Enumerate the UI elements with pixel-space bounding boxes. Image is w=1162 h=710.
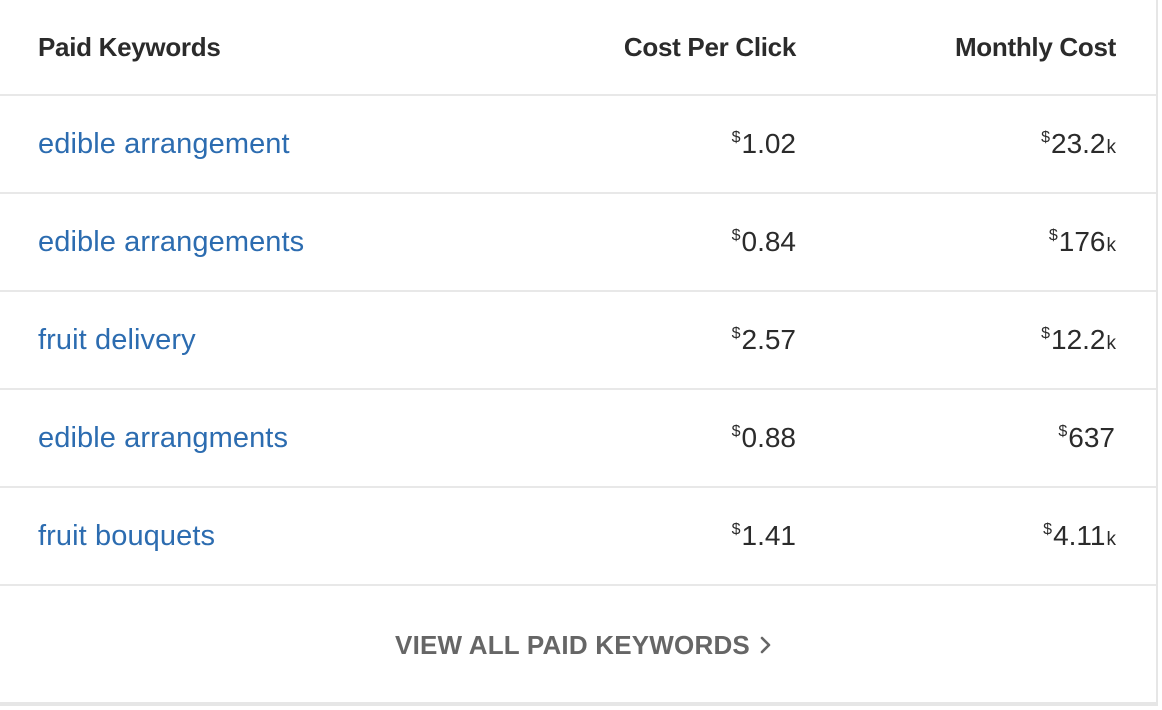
currency-symbol: $: [731, 521, 741, 538]
cost-per-click-value: $1.41: [732, 520, 796, 552]
table-header: Paid Keywords Cost Per Click Monthly Cos…: [0, 0, 1156, 96]
cost-per-click-value: $2.57: [732, 324, 796, 356]
header-cost-per-click: Cost Per Click: [623, 31, 796, 62]
cpc-amount: 0.88: [741, 422, 797, 453]
table-row: fruit bouquets $1.41 $4.11k: [0, 488, 1156, 586]
keyword-link[interactable]: edible arrangement: [38, 128, 290, 161]
monthly-cost-value: $176k: [1049, 226, 1116, 258]
cpc-amount: 1.41: [741, 520, 797, 551]
currency-symbol: $: [731, 129, 741, 146]
keyword-link[interactable]: edible arrangments: [38, 422, 288, 455]
monthly-cost-value: $4.11k: [1043, 520, 1116, 552]
monthly-amount: 12.2: [1051, 324, 1106, 355]
currency-symbol: $: [1041, 129, 1050, 146]
card-footer: VIEW ALL PAID KEYWORDS: [0, 586, 1156, 704]
amount-suffix: k: [1106, 529, 1117, 550]
currency-symbol: $: [1041, 325, 1050, 342]
cpc-amount: 0.84: [741, 226, 797, 257]
paid-keywords-card: Paid Keywords Cost Per Click Monthly Cos…: [0, 0, 1158, 706]
table-row: edible arrangement $1.02 $23.2k: [0, 96, 1156, 194]
currency-symbol: $: [1048, 227, 1058, 244]
keyword-link[interactable]: fruit delivery: [38, 324, 196, 357]
amount-suffix: k: [1106, 235, 1117, 256]
table-row: fruit delivery $2.57 $12.2k: [0, 292, 1156, 390]
cpc-amount: 1.02: [741, 128, 797, 159]
chevron-right-icon: [760, 636, 771, 654]
monthly-amount: 4.11: [1053, 520, 1106, 551]
amount-suffix: k: [1106, 137, 1117, 158]
monthly-cost-value: $23.2k: [1041, 128, 1116, 160]
view-all-label: VIEW ALL PAID KEYWORDS: [395, 629, 750, 660]
currency-symbol: $: [1058, 423, 1068, 440]
currency-symbol: $: [731, 227, 741, 244]
header-paid-keywords: Paid Keywords: [38, 31, 221, 62]
cpc-amount: 2.57: [741, 324, 797, 355]
currency-symbol: $: [731, 423, 741, 440]
cost-per-click-value: $0.84: [732, 226, 796, 258]
monthly-amount: 637: [1068, 422, 1115, 453]
monthly-cost-value: $637: [1058, 422, 1116, 454]
currency-symbol: $: [1043, 521, 1053, 538]
monthly-amount: 23.2: [1051, 128, 1106, 159]
cost-per-click-value: $1.02: [732, 128, 796, 160]
view-all-paid-keywords-link[interactable]: VIEW ALL PAID KEYWORDS: [395, 630, 771, 661]
table-row: edible arrangments $0.88 $637: [0, 390, 1156, 488]
keyword-link[interactable]: edible arrangements: [38, 226, 304, 259]
monthly-amount: 176: [1058, 226, 1106, 257]
header-monthly-cost: Monthly Cost: [954, 31, 1116, 62]
currency-symbol: $: [731, 325, 741, 342]
amount-suffix: k: [1106, 333, 1117, 354]
monthly-cost-value: $12.2k: [1041, 324, 1116, 356]
keyword-link[interactable]: fruit bouquets: [38, 520, 215, 553]
table-row: edible arrangements $0.84 $176k: [0, 194, 1156, 292]
cost-per-click-value: $0.88: [732, 422, 796, 454]
